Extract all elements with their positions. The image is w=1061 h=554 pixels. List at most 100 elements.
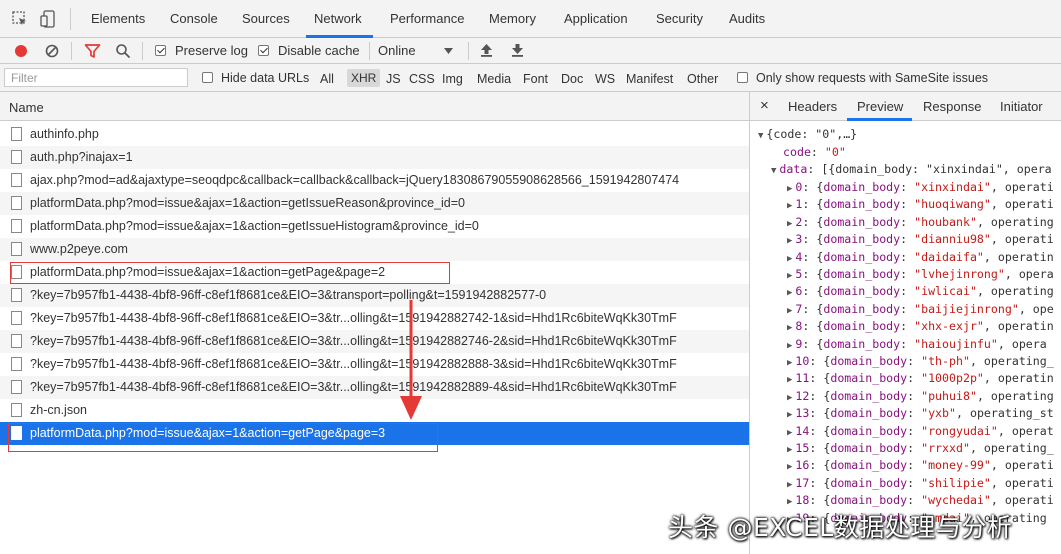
json-array-item[interactable]: ▶ 11: {domain_body: "1000p2p", operatin bbox=[787, 370, 1054, 387]
details-tab-preview[interactable]: Preview bbox=[857, 99, 903, 114]
request-row[interactable]: authinfo.php bbox=[0, 123, 749, 146]
filter-icon[interactable] bbox=[84, 43, 101, 59]
json-item-domain: "houbank" bbox=[914, 214, 977, 229]
type-filter-media[interactable]: Media bbox=[477, 72, 511, 86]
json-array-item[interactable]: ▶ 15: {domain_body: "rrxxd", operating_ bbox=[787, 440, 1054, 457]
import-har-icon[interactable] bbox=[479, 42, 494, 58]
file-icon bbox=[11, 288, 22, 302]
device-toolbar-icon[interactable] bbox=[40, 10, 58, 28]
disable-cache-checkbox[interactable] bbox=[258, 45, 269, 56]
json-key-code: code bbox=[783, 145, 811, 159]
json-array-item[interactable]: ▶ 13: {domain_body: "yxb", operating_st bbox=[787, 405, 1054, 422]
request-row[interactable]: platformData.php?mod=issue&ajax=1&action… bbox=[0, 215, 749, 238]
tab-security[interactable]: Security bbox=[656, 11, 703, 26]
json-root-summary: {code: "0",…} bbox=[766, 127, 858, 141]
json-root[interactable]: ▼ {code: "0",…} bbox=[758, 126, 857, 143]
details-tab-headers[interactable]: Headers bbox=[788, 99, 837, 114]
json-array-item[interactable]: ▶ 6: {domain_body: "iwlicai", operating bbox=[787, 283, 1054, 300]
clear-icon[interactable] bbox=[44, 43, 60, 59]
throttling-select[interactable]: Online bbox=[375, 40, 460, 62]
json-array-item[interactable]: ▶ 2: {domain_body: "houbank", operating bbox=[787, 214, 1054, 231]
json-array-item[interactable]: ▶ 12: {domain_body: "puhui8", operating bbox=[787, 388, 1054, 405]
json-array-item[interactable]: ▶ 1: {domain_body: "huoqiwang", operati bbox=[787, 196, 1054, 213]
json-array-item[interactable]: ▶ 4: {domain_body: "daidaifa", operatin bbox=[787, 249, 1054, 266]
json-array-item[interactable]: ▶ 18: {domain_body: "wychedai", operati bbox=[787, 492, 1054, 509]
expand-triangle-icon: ▶ bbox=[787, 445, 793, 455]
expand-triangle-icon: ▶ bbox=[787, 218, 793, 229]
json-array-item[interactable]: ▶ 17: {domain_body: "shilipie", operati bbox=[787, 475, 1054, 492]
request-row[interactable]: ?key=7b957fb1-4438-4bf8-96ff-c8ef1f8681c… bbox=[0, 284, 749, 307]
json-array-item[interactable]: ▶ 3: {domain_body: "dianniu98", operati bbox=[787, 231, 1054, 248]
samesite-label: Only show requests with SameSite issues bbox=[756, 71, 989, 85]
type-filter-doc[interactable]: Doc bbox=[561, 72, 583, 86]
type-filter-xhr[interactable]: XHR bbox=[347, 69, 381, 87]
type-filter-img[interactable]: Img bbox=[442, 72, 463, 86]
json-array-item[interactable]: ▶ 14: {domain_body: "rongyudai", operat bbox=[787, 423, 1054, 440]
details-tab-initiator[interactable]: Initiator bbox=[1000, 99, 1043, 114]
json-item-domain: "lvhejinrong" bbox=[914, 267, 1005, 281]
json-item-index: 12 bbox=[795, 388, 810, 403]
json-item-domain: "wychedai" bbox=[921, 493, 991, 508]
json-code-line: code: "0" bbox=[783, 145, 846, 159]
close-details-icon[interactable]: × bbox=[760, 97, 769, 114]
details-active-tab-indicator bbox=[847, 118, 912, 121]
json-item-domain: "rrxxd" bbox=[921, 441, 970, 455]
details-tab-response[interactable]: Response bbox=[923, 99, 982, 114]
tab-performance[interactable]: Performance bbox=[390, 11, 464, 26]
request-row[interactable]: auth.php?inajax=1 bbox=[0, 146, 749, 169]
json-item-tail: , operati bbox=[990, 180, 1054, 194]
tab-network[interactable]: Network bbox=[314, 11, 362, 26]
json-array-item[interactable]: ▶ 0: {domain_body: "xinxindai", operati bbox=[787, 179, 1054, 196]
request-row[interactable]: platformData.php?mod=issue&ajax=1&action… bbox=[0, 192, 749, 215]
name-column-header[interactable]: Name bbox=[0, 92, 749, 121]
samesite-checkbox[interactable] bbox=[737, 72, 748, 83]
request-row[interactable]: ajax.php?mod=ad&ajaxtype=seoqdpc&callbac… bbox=[0, 169, 749, 192]
tab-audits[interactable]: Audits bbox=[729, 11, 765, 26]
json-key-data: data bbox=[779, 162, 808, 176]
json-item-tail: , operating_ bbox=[969, 441, 1054, 455]
name-header-label: Name bbox=[9, 100, 44, 115]
type-filter-font[interactable]: Font bbox=[523, 72, 548, 86]
json-data-line[interactable]: ▼ data: [{domain_body: "xinxindai", opera bbox=[771, 161, 1052, 178]
tab-application[interactable]: Application bbox=[564, 11, 628, 26]
json-item-domain: "huoqiwang" bbox=[914, 197, 991, 212]
tab-sources[interactable]: Sources bbox=[242, 11, 290, 26]
json-item-index: 11 bbox=[795, 371, 810, 386]
expand-triangle-icon: ▶ bbox=[787, 479, 793, 490]
tab-console[interactable]: Console bbox=[170, 11, 218, 26]
type-filter-all[interactable]: All bbox=[320, 72, 334, 86]
type-filter-css[interactable]: CSS bbox=[409, 72, 435, 86]
request-row[interactable]: ?key=7b957fb1-4438-4bf8-96ff-c8ef1f8681c… bbox=[0, 330, 749, 353]
json-item-tail: , operatin bbox=[983, 371, 1054, 386]
tab-elements[interactable]: Elements bbox=[91, 11, 145, 26]
request-row[interactable]: www.p2peye.com bbox=[0, 238, 749, 261]
inspect-element-icon[interactable] bbox=[11, 10, 29, 28]
type-filter-js[interactable]: JS bbox=[386, 72, 401, 86]
search-icon[interactable] bbox=[115, 43, 131, 59]
filter-input[interactable] bbox=[4, 68, 188, 87]
type-filter-ws[interactable]: WS bbox=[595, 72, 615, 86]
file-icon bbox=[11, 127, 22, 141]
json-item-index: 16 bbox=[795, 458, 810, 473]
tab-memory[interactable]: Memory bbox=[489, 11, 536, 26]
request-list: Name authinfo.php auth.php?inajax=1 ajax.p… bbox=[0, 92, 750, 554]
type-filter-manifest[interactable]: Manifest bbox=[626, 72, 673, 86]
record-icon[interactable] bbox=[13, 43, 29, 59]
request-row[interactable]: ?key=7b957fb1-4438-4bf8-96ff-c8ef1f8681c… bbox=[0, 353, 749, 376]
request-row[interactable]: zh-cn.json bbox=[0, 399, 749, 422]
json-array-item[interactable]: ▶ 9: {domain_body: "haioujinfu", opera bbox=[787, 336, 1047, 353]
hide-data-urls-checkbox[interactable] bbox=[202, 72, 213, 83]
export-har-icon[interactable] bbox=[510, 42, 525, 58]
json-array-item[interactable]: ▶ 7: {domain_body: "baijiejinrong", ope bbox=[787, 301, 1054, 318]
request-row[interactable]: ?key=7b957fb1-4438-4bf8-96ff-c8ef1f8681c… bbox=[0, 376, 749, 399]
json-array-item[interactable]: ▶ 8: {domain_body: "xhx-exjr", operatin bbox=[787, 318, 1054, 335]
filter-bar: Hide data URLs All XHR JS CSS Img Media Font Do… bbox=[0, 64, 1061, 92]
json-array-item[interactable]: ▶ 10: {domain_body: "th-ph", operating_ bbox=[787, 353, 1054, 370]
preserve-log-checkbox[interactable] bbox=[155, 45, 166, 56]
json-array-item[interactable]: ▶ 16: {domain_body: "money-99", operati bbox=[787, 457, 1054, 474]
json-item-domain: "dianniu98" bbox=[914, 232, 991, 247]
json-item-tail: , operati bbox=[990, 458, 1054, 473]
type-filter-other[interactable]: Other bbox=[687, 72, 718, 86]
json-array-item[interactable]: ▶ 5: {domain_body: "lvhejinrong", opera bbox=[787, 266, 1054, 283]
request-row[interactable]: ?key=7b957fb1-4438-4bf8-96ff-c8ef1f8681c… bbox=[0, 307, 749, 330]
